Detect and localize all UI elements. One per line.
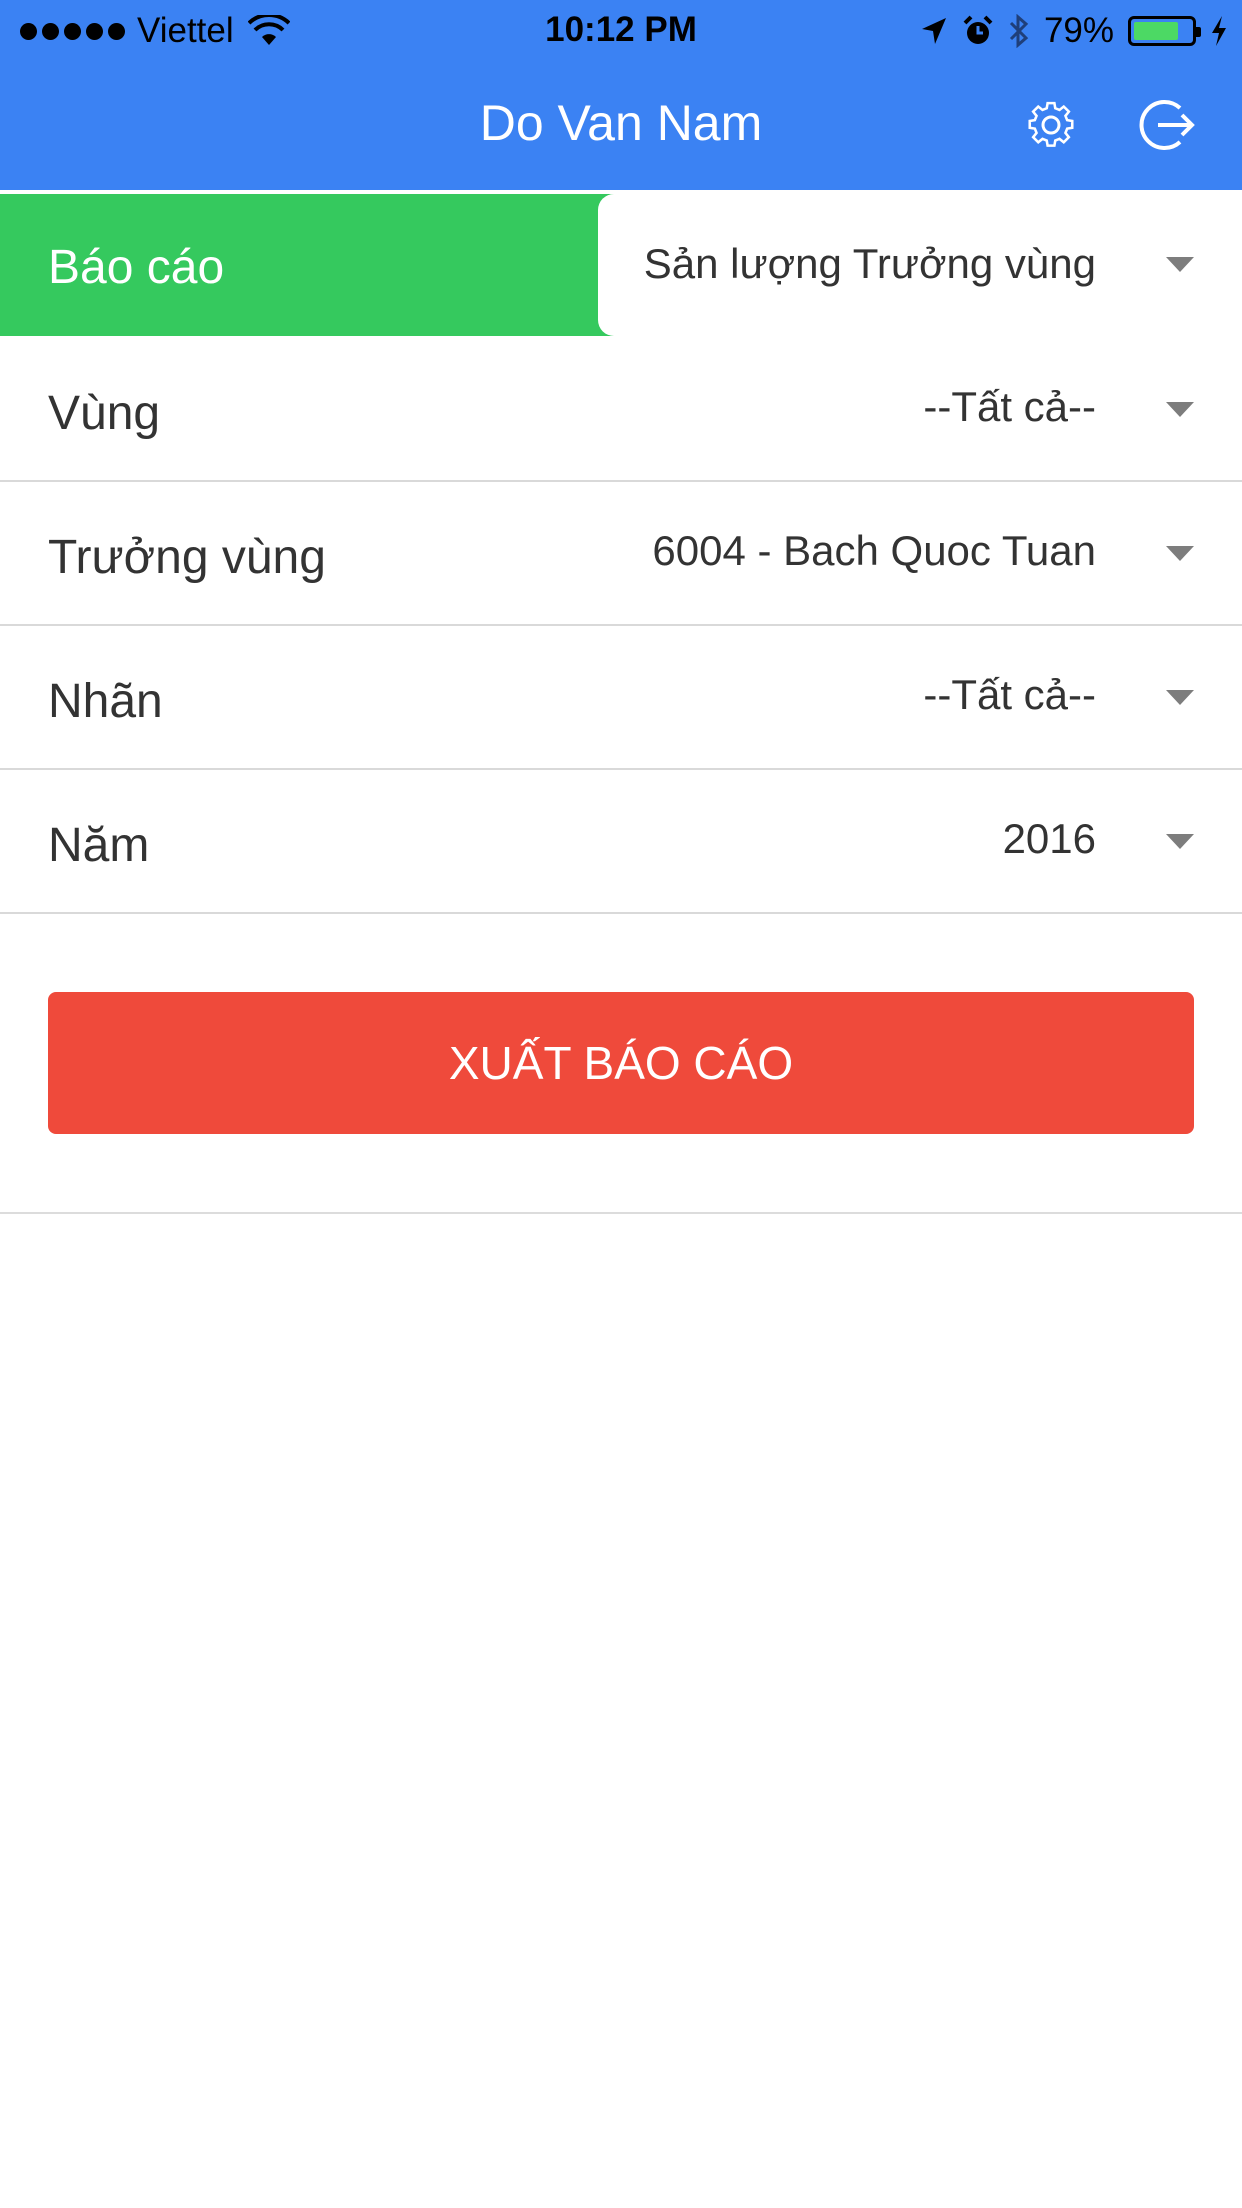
logout-icon[interactable] (1136, 94, 1198, 156)
chevron-down-icon (1166, 546, 1194, 561)
filter-value: --Tất cả-- (923, 671, 1096, 718)
report-type-dropdown[interactable]: Sản lượng Trưởng vùng (598, 194, 1242, 336)
filter-value: --Tất cả-- (923, 383, 1096, 430)
report-label-text: Báo cáo (48, 241, 225, 294)
export-report-button[interactable]: XUẤT BÁO CÁO (48, 992, 1194, 1134)
battery-icon (1128, 16, 1201, 46)
alarm-icon (963, 15, 993, 44)
nav-bar: Do Van Nam (0, 62, 1242, 190)
location-arrow-icon (921, 18, 946, 44)
chevron-down-icon (1166, 690, 1194, 705)
battery-fill (1134, 22, 1179, 40)
filter-label: Nhãn (48, 675, 163, 728)
chevron-down-icon (1166, 257, 1194, 272)
filter-row-vung[interactable]: Vùng --Tất cả-- (0, 338, 1242, 482)
app-header: Viettel 10:12 PM 79% Do Van Nam (0, 0, 1242, 190)
filter-label: Vùng (48, 387, 161, 440)
report-type-value: Sản lượng Trưởng vùng (643, 240, 1096, 287)
status-bar: Viettel 10:12 PM 79% (0, 0, 1242, 62)
bluetooth-icon (1009, 14, 1029, 48)
report-selector-row: Báo cáo Sản lượng Trưởng vùng (0, 194, 1242, 336)
filter-label: Năm (48, 819, 150, 872)
gear-icon[interactable] (1020, 94, 1082, 156)
divider (0, 1212, 1242, 1214)
filter-row-truong-vung[interactable]: Trưởng vùng 6004 - Bach Quoc Tuan (0, 482, 1242, 626)
filter-row-nam[interactable]: Năm 2016 (0, 770, 1242, 914)
report-label: Báo cáo (0, 194, 620, 336)
filter-value: 2016 (1002, 815, 1096, 862)
filter-row-nhan[interactable]: Nhãn --Tất cả-- (0, 626, 1242, 770)
filter-value: 6004 - Bach Quoc Tuan (652, 527, 1096, 574)
battery-percent: 79% (1043, 11, 1114, 50)
status-right: 79% (920, 10, 1228, 52)
charging-bolt-icon (1212, 16, 1226, 46)
chevron-down-icon (1166, 402, 1194, 417)
chevron-down-icon (1166, 834, 1194, 849)
filter-label: Trưởng vùng (48, 531, 326, 584)
